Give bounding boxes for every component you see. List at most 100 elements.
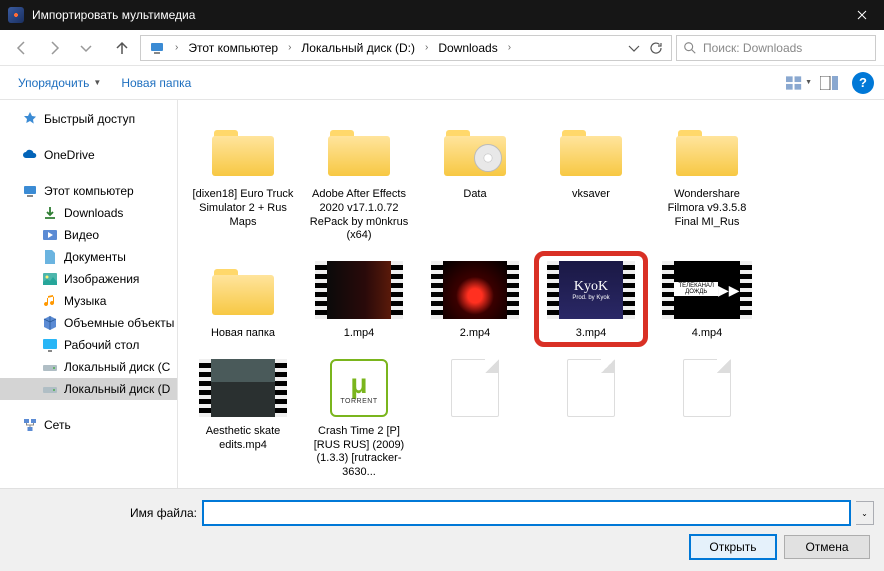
file-list[interactable]: [dixen18] Euro Truck Simulator 2 + Rus M…	[178, 100, 884, 488]
file-item[interactable]	[536, 351, 646, 484]
pc-icon	[147, 38, 167, 58]
new-folder-button[interactable]: Новая папка	[113, 72, 199, 94]
cube-icon	[42, 315, 58, 331]
video-thumbnail	[431, 261, 519, 319]
folder-item[interactable]: Wondershare Filmora v9.3.5.8 Final MI_Ru…	[652, 114, 762, 247]
star-icon	[22, 111, 38, 127]
sidebar-this-pc[interactable]: Этот компьютер	[0, 180, 177, 202]
torrent-icon: μTORRENT	[330, 359, 388, 417]
video-item[interactable]: ТЕЛЕКАНАЛ ДОЖДЬ▶▶4.mp4	[652, 253, 762, 345]
folder-icon	[324, 124, 394, 178]
chevron-right-icon: ›	[419, 42, 434, 53]
folder-item[interactable]: Adobe After Effects 2020 v17.1.0.72 RePa…	[304, 114, 414, 247]
chevron-down-icon	[78, 40, 94, 56]
drive-icon	[42, 359, 58, 375]
open-button[interactable]: Открыть	[690, 535, 776, 559]
video-thumbnail	[199, 359, 287, 417]
document-icon	[42, 249, 58, 265]
music-icon	[42, 293, 58, 309]
address-bar: › Этот компьютер › Локальный диск (D:) ›…	[0, 30, 884, 66]
folder-icon	[208, 263, 278, 317]
organize-button[interactable]: Упорядочить▼	[10, 72, 109, 94]
window-title: Импортировать мультимедиа	[32, 8, 839, 22]
titlebar: Импортировать мультимедиа	[0, 0, 884, 30]
search-placeholder: Поиск: Downloads	[703, 41, 802, 55]
torrent-item[interactable]: μTORRENTCrash Time 2 [P] [RUS RUS] (2009…	[304, 351, 414, 484]
folder-item[interactable]: vksaver	[536, 114, 646, 247]
folder-item[interactable]: Data	[420, 114, 530, 247]
refresh-button[interactable]	[645, 35, 667, 61]
filename-input[interactable]	[203, 501, 850, 525]
breadcrumb-dropdown[interactable]	[623, 35, 645, 61]
document-icon	[683, 359, 731, 417]
sidebar-documents[interactable]: Документы	[0, 246, 177, 268]
chevron-right-icon: ›	[169, 42, 184, 53]
sidebar-video[interactable]: Видео	[0, 224, 177, 246]
file-item[interactable]	[420, 351, 530, 484]
file-item[interactable]	[652, 351, 762, 484]
app-icon	[8, 7, 24, 23]
search-input[interactable]: Поиск: Downloads	[676, 35, 876, 61]
arrow-up-icon	[114, 40, 130, 56]
video-item[interactable]: 2.mp4	[420, 253, 530, 345]
view-icon	[786, 76, 803, 90]
view-options-button[interactable]: ▼	[786, 72, 812, 94]
chevron-down-icon	[626, 40, 642, 56]
network-icon	[22, 417, 38, 433]
bc-root[interactable]: Этот компьютер	[184, 41, 282, 55]
close-button[interactable]	[839, 0, 884, 30]
pc-icon	[22, 183, 38, 199]
sidebar-local-c[interactable]: Локальный диск (С	[0, 356, 177, 378]
cancel-button[interactable]: Отмена	[784, 535, 870, 559]
filename-label: Имя файла:	[130, 506, 197, 520]
help-button[interactable]: ?	[852, 72, 874, 94]
desktop-icon	[42, 337, 58, 353]
bc-drive[interactable]: Локальный диск (D:)	[297, 41, 419, 55]
back-button[interactable]	[8, 35, 36, 61]
preview-pane-button[interactable]	[816, 72, 842, 94]
chevron-right-icon: ›	[282, 42, 297, 53]
sidebar-images[interactable]: Изображения	[0, 268, 177, 290]
sidebar: Быстрый доступ OneDrive Этот компьютер D…	[0, 100, 178, 488]
preview-pane-icon	[820, 76, 838, 90]
toolbar: Упорядочить▼ Новая папка ▼ ?	[0, 66, 884, 100]
sidebar-local-d[interactable]: Локальный диск (D	[0, 378, 177, 400]
filename-dropdown[interactable]: ⌄	[856, 501, 874, 525]
sidebar-quick-access[interactable]: Быстрый доступ	[0, 108, 177, 130]
folder-item[interactable]: Новая папка	[188, 253, 298, 345]
sidebar-downloads[interactable]: Downloads	[0, 202, 177, 224]
footer: Имя файла: ⌄ Открыть Отмена	[0, 488, 884, 571]
bc-folder[interactable]: Downloads	[434, 41, 501, 55]
video-item[interactable]: 1.mp4	[304, 253, 414, 345]
video-thumbnail	[315, 261, 403, 319]
search-icon	[683, 41, 697, 55]
video-item[interactable]: Aesthetic skate edits.mp4	[188, 351, 298, 484]
recent-button[interactable]	[72, 35, 100, 61]
document-icon	[567, 359, 615, 417]
video-thumbnail: KyoKProd. by Kyok	[547, 261, 635, 319]
image-icon	[42, 271, 58, 287]
sidebar-3d-objects[interactable]: Объемные объекты	[0, 312, 177, 334]
cloud-icon	[22, 147, 38, 163]
chevron-right-icon: ›	[502, 42, 517, 53]
arrow-right-icon	[46, 40, 62, 56]
breadcrumb[interactable]: › Этот компьютер › Локальный диск (D:) ›…	[140, 35, 672, 61]
chevron-down-icon: ⌄	[861, 509, 868, 518]
document-icon	[451, 359, 499, 417]
video-item-highlighted[interactable]: KyoKProd. by Kyok3.mp4	[536, 253, 646, 345]
sidebar-music[interactable]: Музыка	[0, 290, 177, 312]
drive-icon	[42, 381, 58, 397]
folder-icon	[556, 124, 626, 178]
caret-down-icon: ▼	[93, 78, 101, 87]
video-icon	[42, 227, 58, 243]
arrow-left-icon	[14, 40, 30, 56]
sidebar-network[interactable]: Сеть	[0, 414, 177, 436]
sidebar-onedrive[interactable]: OneDrive	[0, 144, 177, 166]
disc-icon	[474, 144, 502, 172]
close-icon	[857, 10, 867, 20]
sidebar-desktop[interactable]: Рабочий стол	[0, 334, 177, 356]
up-button[interactable]	[108, 35, 136, 61]
folder-icon	[440, 124, 510, 178]
forward-button[interactable]	[40, 35, 68, 61]
folder-item[interactable]: [dixen18] Euro Truck Simulator 2 + Rus M…	[188, 114, 298, 247]
